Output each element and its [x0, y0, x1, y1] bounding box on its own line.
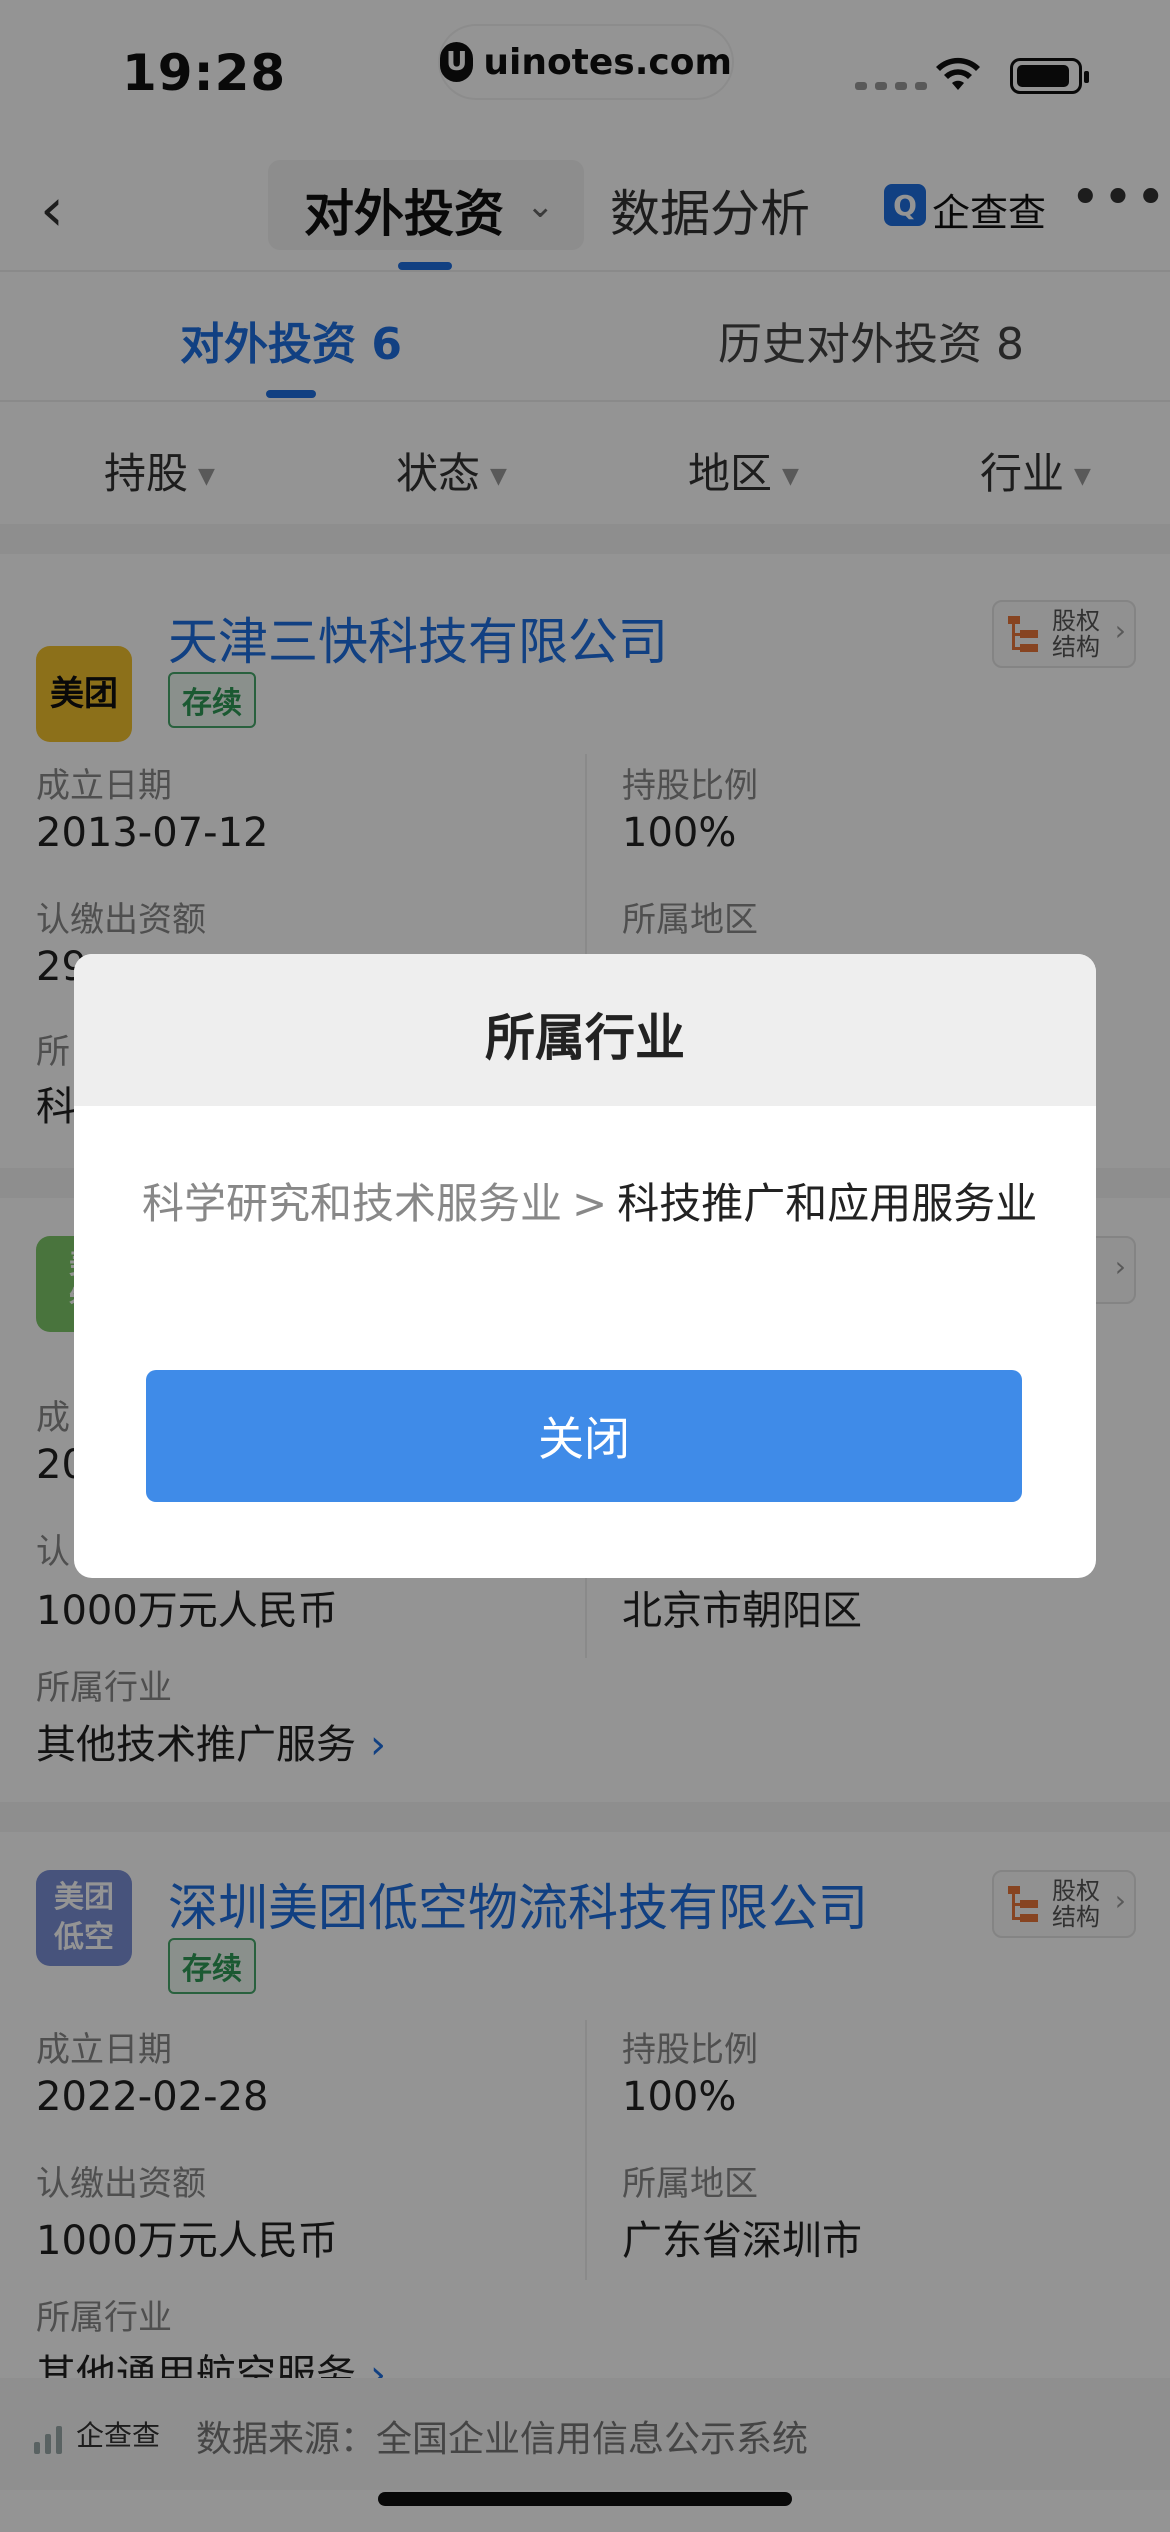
- close-button[interactable]: 关闭: [146, 1370, 1022, 1502]
- industry-dialog: 所属行业 科学研究和技术服务业 > 科技推广和应用服务业 关闭: [74, 954, 1096, 1578]
- industry-category: 科学研究和技术服务业: [142, 1179, 563, 1228]
- dialog-title: 所属行业: [485, 1009, 685, 1067]
- separator: >: [572, 1179, 608, 1228]
- dialog-header: 所属行业: [74, 954, 1096, 1106]
- dialog-content: 科学研究和技术服务业 > 科技推广和应用服务业: [142, 1172, 1042, 1236]
- industry-subcategory: 科技推广和应用服务业: [617, 1179, 1038, 1228]
